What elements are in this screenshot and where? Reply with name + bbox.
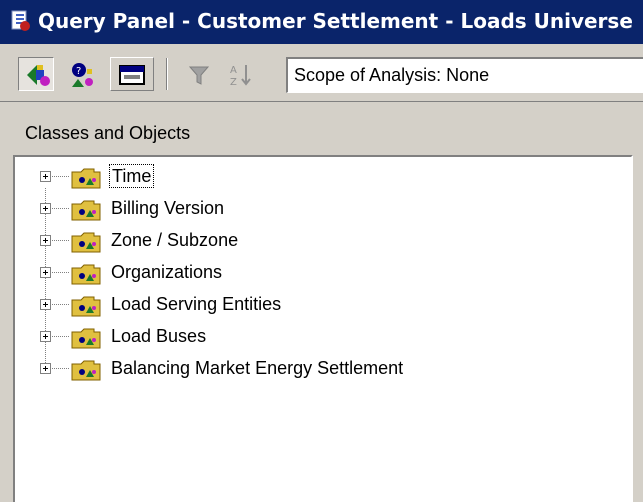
tree-item-label: Time [109, 164, 155, 188]
expand-icon[interactable] [40, 203, 51, 214]
tree-item-label: Zone / Subzone [111, 230, 239, 250]
tree-connector [52, 304, 70, 305]
svg-text:Z: Z [230, 77, 237, 88]
properties-icon [119, 65, 145, 85]
class-folder-icon [71, 200, 101, 221]
expand-icon[interactable] [40, 267, 51, 278]
class-folder-icon [71, 232, 101, 253]
window-title: Query Panel - Customer Settlement - Load… [38, 9, 633, 33]
expand-icon[interactable] [40, 171, 51, 182]
properties-button[interactable] [110, 57, 154, 91]
classes-objects-label: Classes and Objects [25, 123, 191, 143]
classes-objects-icon [27, 65, 50, 86]
user-objects-button[interactable]: ? [64, 57, 100, 91]
sort-icon: A Z [230, 65, 251, 88]
svg-text:A: A [230, 65, 237, 76]
tree-item-organizations[interactable]: Organizations [15, 258, 615, 288]
user-objects-icon: ? [72, 63, 93, 87]
tree-item-label: Load Serving Entities [111, 294, 282, 314]
expand-icon[interactable] [40, 299, 51, 310]
svg-text:?: ? [76, 66, 81, 77]
tree-item-label: Billing Version [111, 198, 225, 218]
filter-icon [188, 66, 210, 85]
expand-icon[interactable] [40, 331, 51, 342]
classes-tree[interactable]: Time Billing Version Zone / Subzone Orga… [13, 155, 633, 502]
tree-connector [52, 368, 70, 369]
class-folder-icon [71, 360, 101, 381]
filter-button[interactable] [180, 57, 216, 91]
tree-item-load-serving-entities[interactable]: Load Serving Entities [15, 290, 615, 320]
class-folder-icon [71, 264, 101, 285]
class-folder-icon [71, 168, 101, 189]
tree-item-load-buses[interactable]: Load Buses [15, 322, 615, 352]
scope-of-analysis-field[interactable]: Scope of Analysis: None [286, 57, 643, 93]
tree-connector [52, 176, 70, 177]
tree-connector [52, 272, 70, 273]
expand-icon[interactable] [40, 235, 51, 246]
classes-objects-button[interactable] [18, 57, 54, 91]
tree-item-balancing-market-energy-settlement[interactable]: Balancing Market Energy Settlement [15, 354, 615, 384]
title-bar: Query Panel - Customer Settlement - Load… [0, 0, 643, 44]
tree-item-label: Load Buses [111, 326, 207, 346]
tree-item-zone-subzone[interactable]: Zone / Subzone [15, 226, 615, 256]
scope-of-analysis-text: Scope of Analysis: None [294, 65, 490, 85]
tree-item-time[interactable]: Time [15, 162, 615, 192]
toolbar-separator [166, 58, 168, 90]
tree-item-label: Organizations [111, 262, 223, 282]
app-icon [11, 10, 30, 31]
tree-connector [52, 208, 70, 209]
sort-button[interactable]: A Z [222, 57, 258, 91]
class-folder-icon [71, 328, 101, 349]
tree-item-label: Balancing Market Energy Settlement [111, 358, 404, 378]
toolbar: ? A Z Scope of Analysis: None [0, 44, 643, 102]
tree-connector [52, 336, 70, 337]
expand-icon[interactable] [40, 363, 51, 374]
tree-item-billing-version[interactable]: Billing Version [15, 194, 615, 224]
class-folder-icon [71, 296, 101, 317]
tree-connector [52, 240, 70, 241]
